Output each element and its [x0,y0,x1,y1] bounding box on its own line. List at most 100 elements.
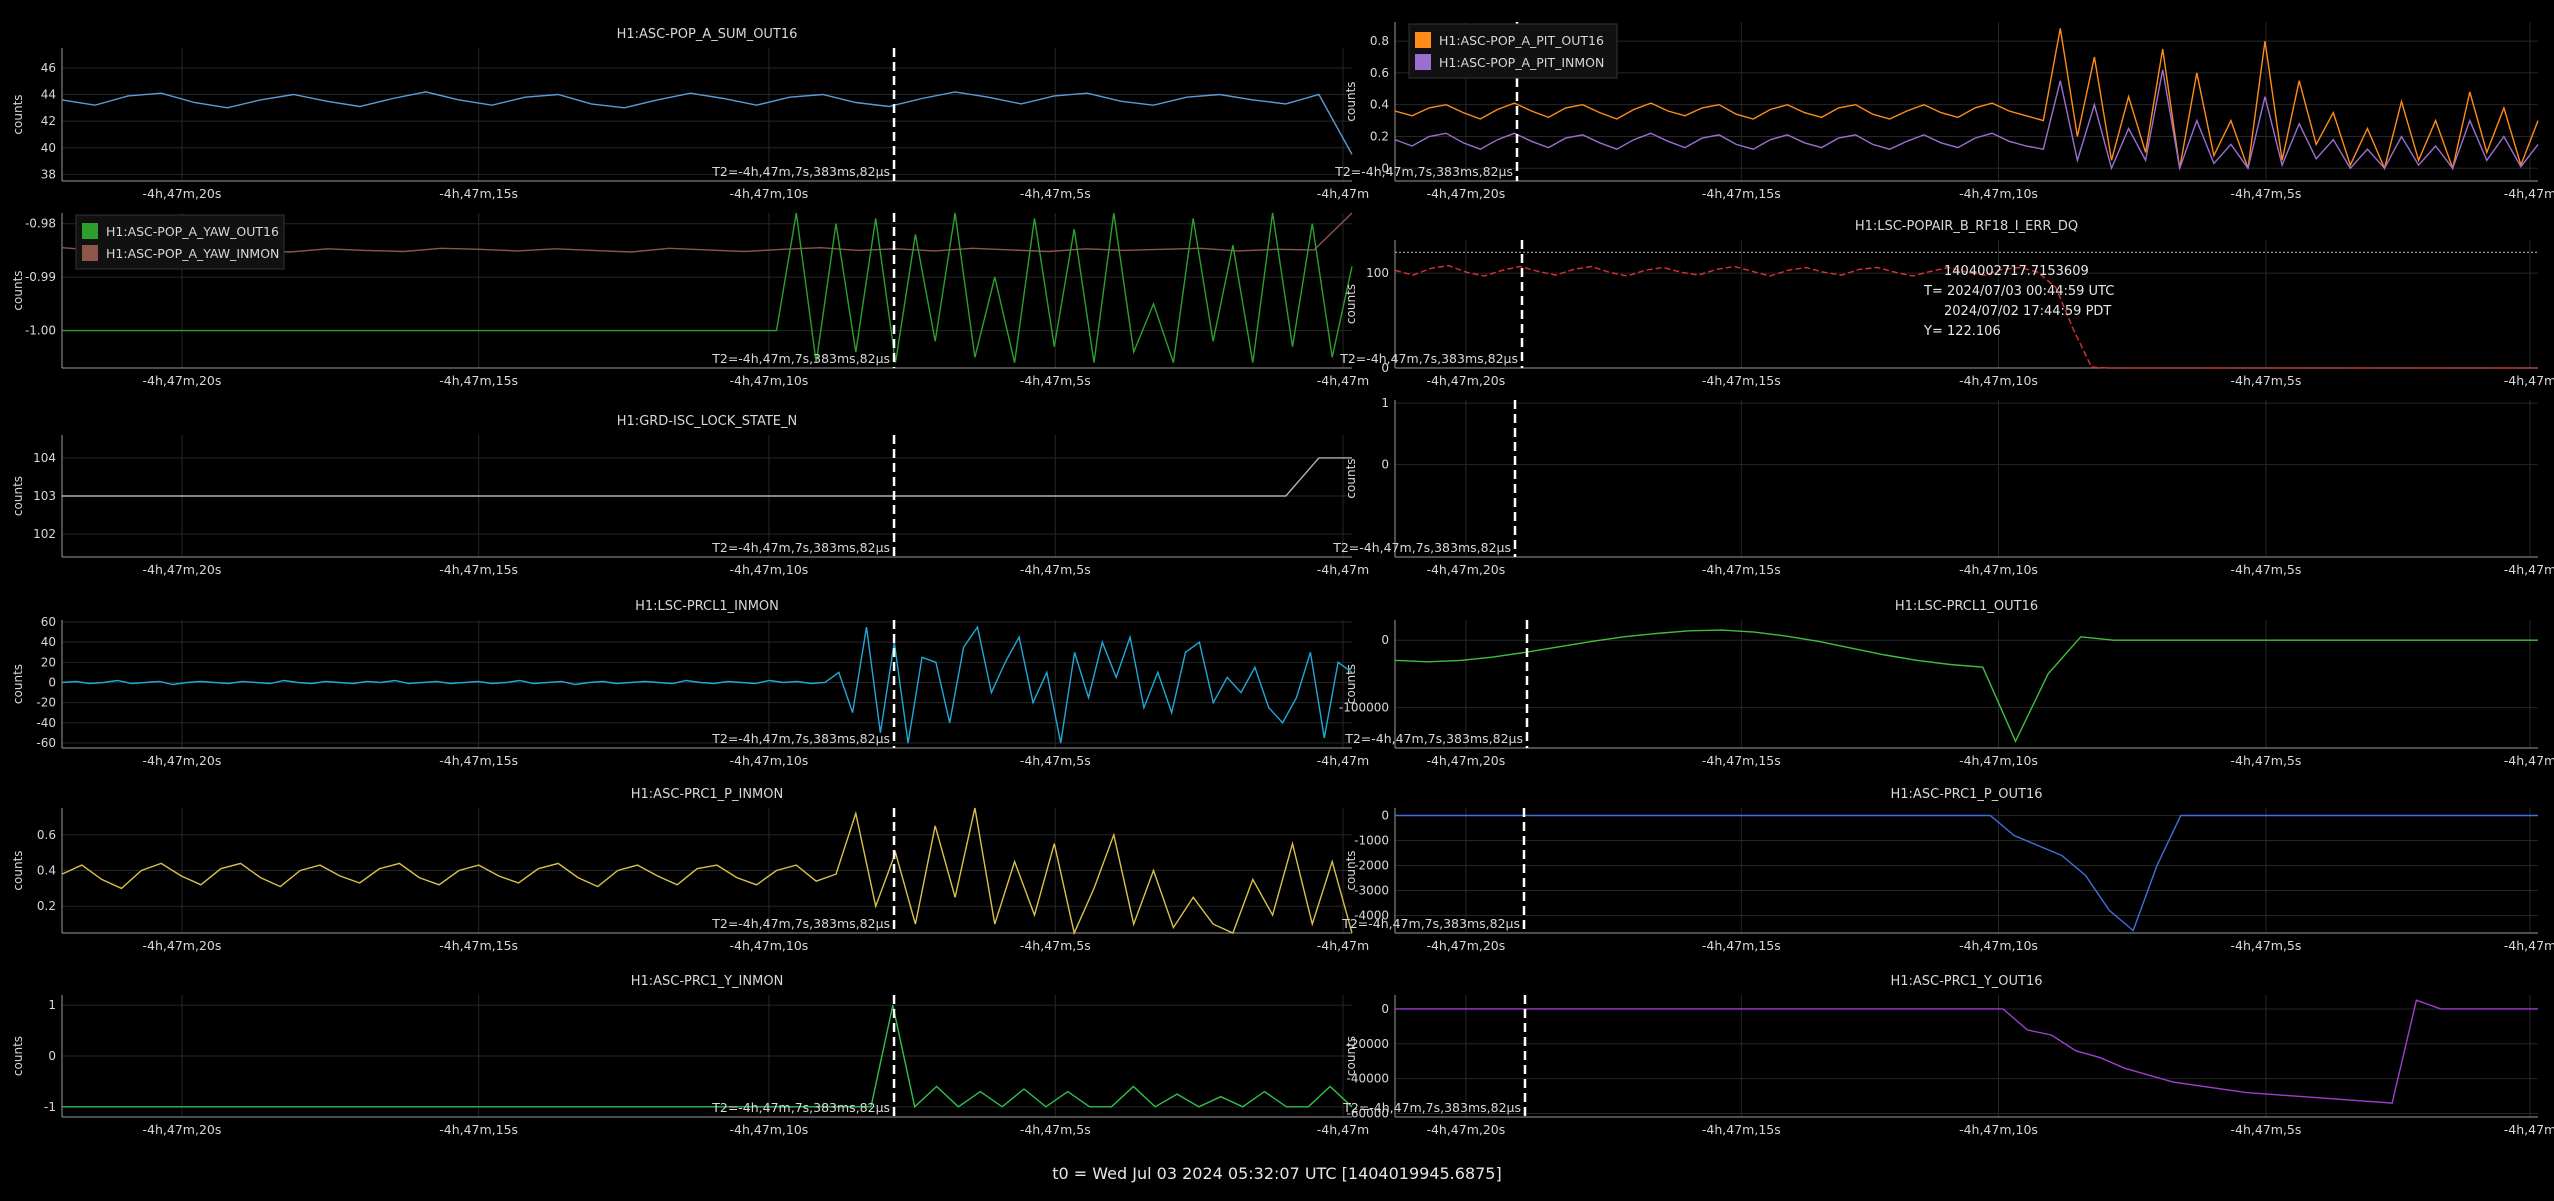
crosshair-tooltip-line: T= 2024/07/03 00:44:59 UTC [1923,284,2114,299]
y-tick-label: -2000 [1354,859,1389,873]
y-tick-label: 42 [41,114,56,128]
x-tick-label: -4h,47m,10s [1959,938,2038,953]
x-tick-label: -4h,47m,20s [143,186,222,201]
y-tick-label: 0 [48,1049,56,1063]
y-axis-label: counts [1344,664,1358,704]
chart-panel-11[interactable]: H1:ASC-PRC1_Y_INMON -1 0 1 -4h,47m,20s -4h,47… [11,974,1369,1137]
y-tick-label: 0 [1381,809,1389,823]
y-axis-label: counts [11,270,25,310]
x-tick-label: -4h,47m [1317,938,1369,953]
y-tick-label: -0.98 [25,217,56,231]
y-tick-label: 0.6 [37,828,56,842]
y-tick-label: 0.8 [1370,34,1389,48]
chart-panel-7[interactable]: H1:LSC-PRCL1_INMON -60 -40 -20 0 20 40 60 -4h,47… [11,599,1369,768]
x-tick-label: -4h,47m,15s [1702,753,1781,768]
series-line-1 [61,625,1353,744]
y-tick-label: -60 [36,736,56,750]
x-tick-label: -4h,47m,15s [439,562,518,577]
x-tick-label: -4h,47m,20s [1426,562,1505,577]
legend-swatch [1415,54,1431,70]
y-tick-label: -3000 [1354,884,1389,898]
x-tick-label: -4h,47m,10s [1959,753,2038,768]
x-tick-label: -4h,47m,10s [729,186,808,201]
y-axis-label: counts [1344,1036,1358,1076]
x-tick-label: -4h,47m [2504,753,2554,768]
x-tick-label: -4h,47m,5s [2231,186,2302,201]
y-tick-label: 0.2 [37,899,56,913]
x-tick-label: -4h,47m,5s [2231,562,2302,577]
x-tick-label: -4h,47m,15s [1702,186,1781,201]
y-tick-label: -1 [44,1100,56,1114]
y-axis-label: counts [11,476,25,516]
y-tick-label: 40 [41,635,56,649]
y-tick-label: 0 [48,675,56,689]
x-tick-label: -4h,47m,20s [143,562,222,577]
y-tick-label: 104 [33,451,56,465]
x-tick-label: -4h,47m,20s [1426,186,1505,201]
y-tick-label: 38 [41,167,56,181]
t2-marker-label: T2=-4h,47m,7s,383ms,82µs [711,540,890,555]
t2-marker-label: T2=-4h,47m,7s,383ms,82µs [1334,164,1513,179]
y-tick-label: -1.00 [25,324,56,338]
y-tick-label: 0.4 [37,864,56,878]
legend-swatch [1415,32,1431,48]
y-tick-label: 0 [1381,458,1389,472]
chart-title: H1:LSC-PRCL1_OUT16 [1895,599,2038,614]
x-tick-label: -4h,47m,10s [729,938,808,953]
chart-panel-8[interactable]: H1:LSC-PRCL1_OUT16-1000000-4h,47m,20s -4h… [1339,599,2554,768]
time-origin-label: t0 = Wed Jul 03 2024 05:32:07 UTC [14040… [1052,1164,1502,1183]
x-tick-label: -4h,47m,5s [2231,753,2302,768]
crosshair-tooltip-line: 2024/07/02 17:44:59 PDT [1944,304,2111,319]
y-tick-label: 100 [1366,266,1389,280]
chart-panel-3[interactable]: -1.00 -0.99 -0.98 -4h,47m,20s -4h,47m,15s -4h… [11,212,1369,388]
chart-panel-10[interactable]: H1:ASC-PRC1_P_OUT16-4000-3000-2000-10000… [1341,787,2554,953]
x-tick-label: -4h,47m,5s [2231,373,2302,388]
x-tick-label: -4h,47m,10s [1959,562,2038,577]
chart-title: H1:ASC-POP_A_SUM_OUT16 [617,27,798,42]
x-tick-label: -4h,47m,20s [143,753,222,768]
chart-title: H1:ASC-PRC1_P_INMON [631,787,783,802]
chart-panel-6[interactable]: 0 1 -4h,47m,20s -4h,47m,15s -4h,47m,10s -4h,4… [1332,396,2554,577]
t2-marker-label: T2=-4h,47m,7s,383ms,82µs [1332,540,1511,555]
chart-panel-4[interactable]: H1:LSC-POPAIR_B_RF18_I_ERR_DQ0100-4h,47m… [1339,219,2554,388]
t2-marker-label: T2=-4h,47m,7s,383ms,82µs [711,731,890,746]
x-tick-label: -4h,47m,20s [1426,938,1505,953]
y-tick-label: -0.99 [25,270,56,284]
x-tick-label: -4h,47m,5s [1020,753,1091,768]
series-line-2 [1394,69,2539,172]
y-axis-label: counts [11,850,25,890]
plot-grid: H1:ASC-POP_A_SUM_OUT16 38 40 42 44 46 -4h,47m,… [11,22,2554,1137]
chart-title: H1:LSC-POPAIR_B_RF18_I_ERR_DQ [1855,219,2078,234]
x-tick-label: -4h,47m,15s [439,186,518,201]
x-tick-label: -4h,47m,20s [143,938,222,953]
y-axis-label: counts [11,1036,25,1076]
y-tick-label: 0 [1381,1002,1389,1016]
x-tick-label: -4h,47m [1317,753,1369,768]
y-tick-label: 1 [1381,396,1389,410]
x-tick-label: -4h,47m,5s [1020,373,1091,388]
x-tick-label: -4h,47m [1317,562,1369,577]
x-tick-label: -4h,47m,15s [439,938,518,953]
legend-label: H1:ASC-POP_A_YAW_INMON [106,246,279,261]
chart-title: H1:ASC-PRC1_P_OUT16 [1891,787,2043,802]
t2-marker-label: T2=-4h,47m,7s,383ms,82µs [711,1100,890,1115]
legend-label: H1:ASC-POP_A_PIT_INMON [1439,55,1604,70]
y-tick-label: 0.4 [1370,98,1389,112]
x-tick-label: -4h,47m,15s [1702,1122,1781,1137]
y-axis-label: counts [11,94,25,134]
chart-panel-2[interactable]: 00.20.40.60.8-4h,47m,20s -4h,47m,15s -4h,4… [1334,22,2554,201]
chart-panel-5[interactable]: H1:GRD-ISC_LOCK_STATE_N 102 103 104 -4h,47m,… [11,414,1369,577]
x-tick-label: -4h,47m [1317,373,1369,388]
y-axis-label: counts [1344,81,1358,121]
x-tick-label: -4h,47m,10s [729,562,808,577]
chart-panel-1[interactable]: H1:ASC-POP_A_SUM_OUT16 38 40 42 44 46 -4h,47m,… [11,27,1369,201]
y-tick-label: 103 [33,489,56,503]
chart-panel-12[interactable]: H1:ASC-PRC1_Y_OUT16-60000-40000-200000-4… [1342,974,2554,1137]
x-tick-label: -4h,47m,20s [143,373,222,388]
x-tick-label: -4h,47m [2504,186,2554,201]
x-tick-label: -4h,47m,10s [729,373,808,388]
chart-panel-9[interactable]: H1:ASC-PRC1_P_INMON 0.2 0.4 0.6 -4h,47m,20s -… [11,787,1369,953]
legend-label: H1:ASC-POP_A_PIT_OUT16 [1439,33,1604,48]
y-tick-label: 20 [41,655,56,669]
t2-marker-label: T2=-4h,47m,7s,383ms,82µs [711,916,890,931]
